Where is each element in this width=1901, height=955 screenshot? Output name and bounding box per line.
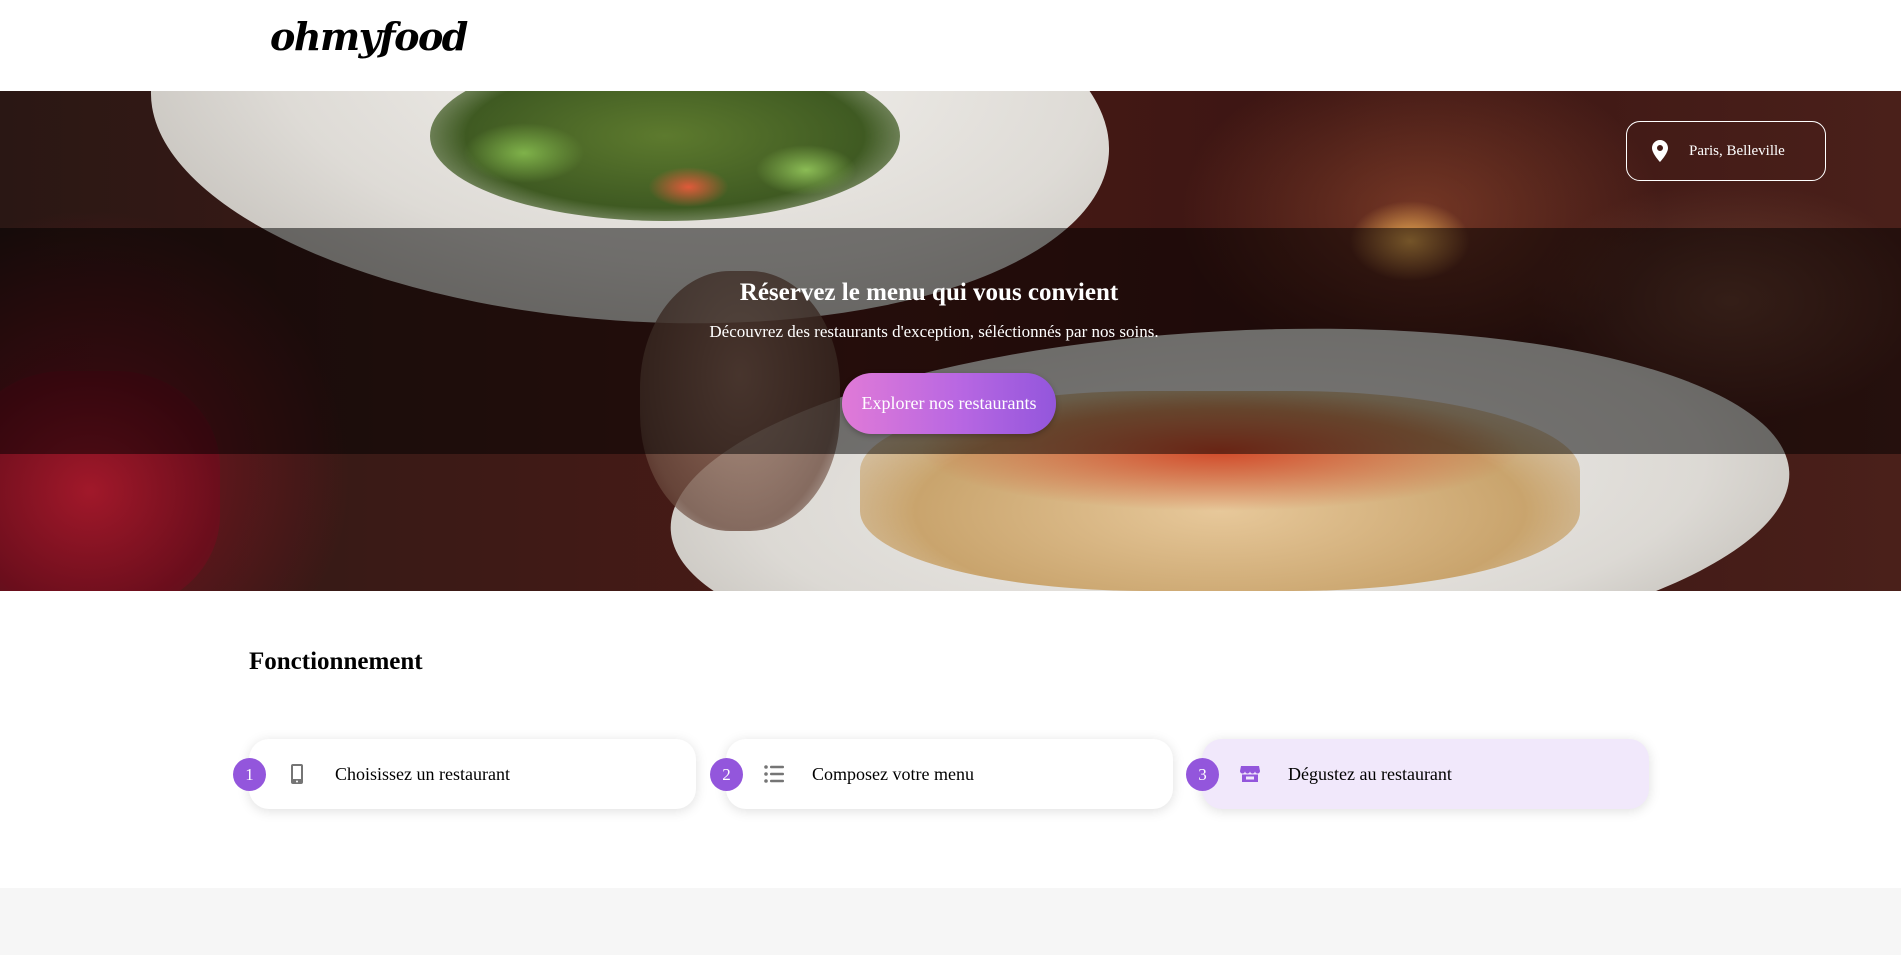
step-card-enjoy-restaurant[interactable]: 3 Dégustez au restaurant — [1186, 739, 1649, 809]
step-number: 2 — [710, 758, 743, 791]
site-header: ohmyfood — [0, 0, 1901, 91]
step-card-choose-restaurant[interactable]: 1 Choisissez un restaurant — [233, 739, 696, 809]
restaurants-section — [0, 888, 1901, 955]
step-label: Dégustez au restaurant — [1288, 764, 1452, 784]
location-badge[interactable]: Paris, Belleville — [1626, 121, 1826, 181]
step-card-compose-menu[interactable]: 2 Composez votre menu — [710, 739, 1173, 809]
store-icon — [1240, 766, 1260, 782]
hero-subtitle: Découvrez des restaurants d'exception, s… — [709, 322, 1159, 341]
step-label: Composez votre menu — [812, 764, 974, 784]
location-pin-icon — [1652, 140, 1668, 162]
hero-title: Réservez le menu qui vous convient — [739, 279, 1119, 306]
step-number: 3 — [1186, 758, 1219, 791]
step-label: Choisissez un restaurant — [335, 764, 510, 784]
location-text: Paris, Belleville — [1689, 142, 1785, 159]
explore-restaurants-button[interactable]: Explorer nos restaurants — [842, 373, 1056, 434]
section-title-how-it-works: Fonctionnement — [249, 648, 423, 675]
mobile-phone-icon — [291, 764, 303, 784]
hero-section: Paris, Belleville Réservez le menu qui v… — [0, 91, 1901, 591]
logo[interactable]: ohmyfood — [270, 14, 468, 59]
step-number: 1 — [233, 758, 266, 791]
list-icon — [764, 765, 784, 783]
